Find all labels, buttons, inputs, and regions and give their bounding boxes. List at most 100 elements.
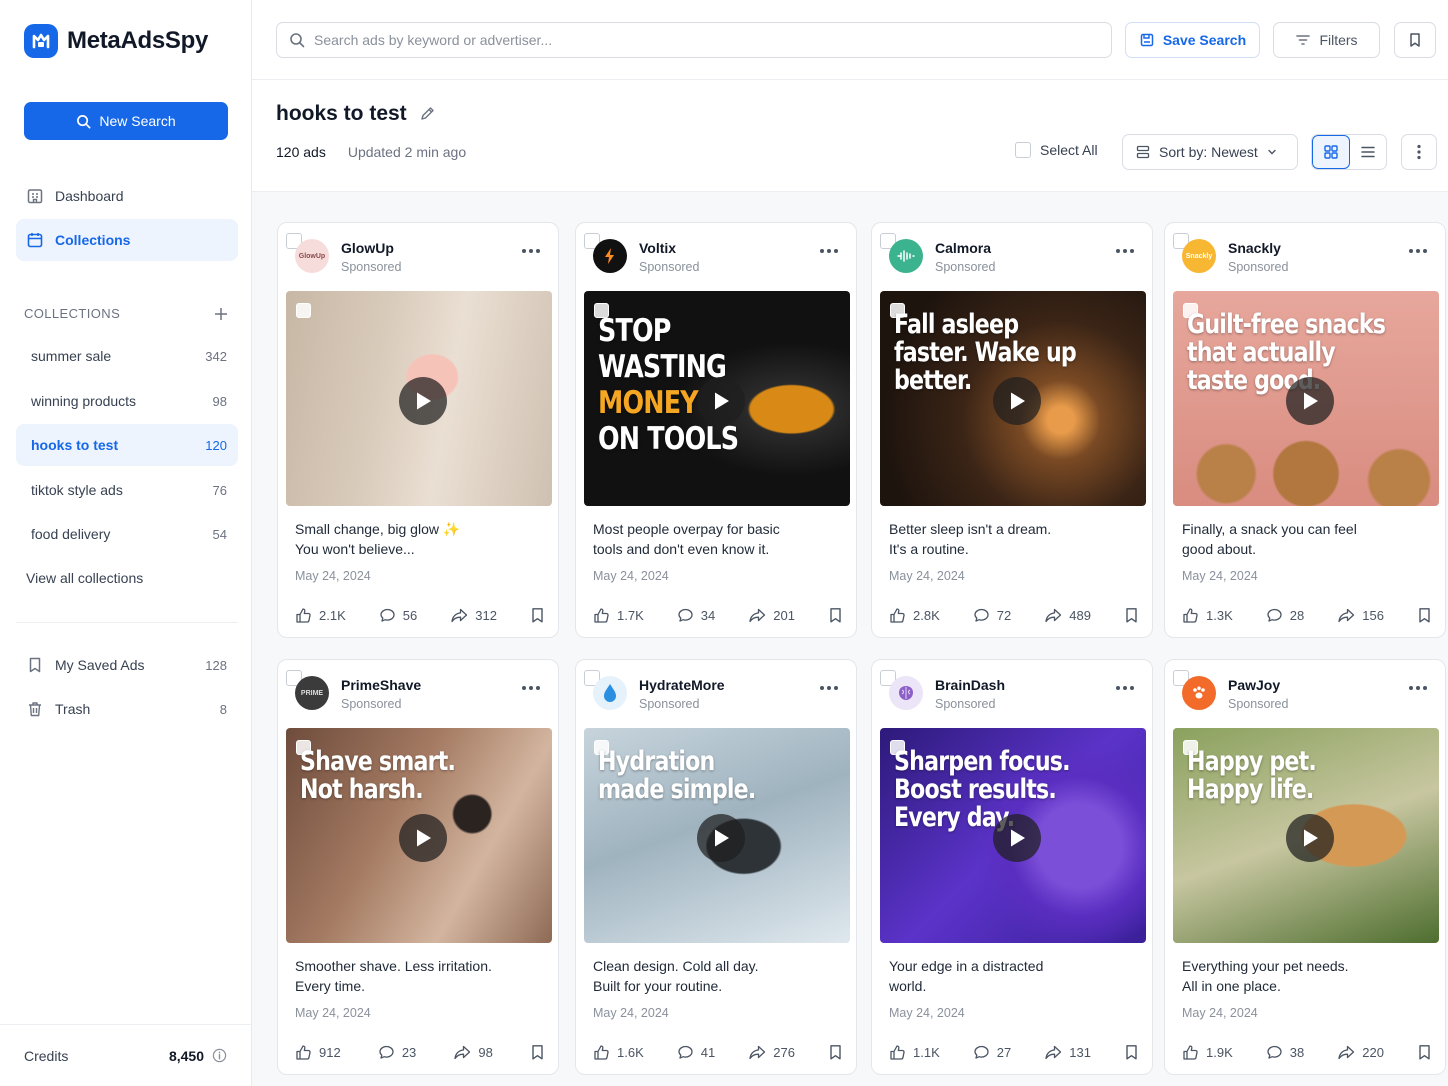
advertiser-name[interactable]: GlowUp	[341, 240, 394, 256]
comments-stat[interactable]: 28	[1266, 607, 1304, 624]
likes-stat[interactable]: 1.9K	[1182, 1044, 1233, 1061]
likes-stat[interactable]: 1.3K	[1182, 607, 1233, 624]
save-ad-button[interactable]	[828, 1044, 843, 1061]
advertiser-name[interactable]: PrimeShave	[341, 677, 421, 693]
ad-card[interactable]: GlowUp GlowUp Sponsored Small change, big g…	[277, 222, 559, 638]
add-collection-icon[interactable]	[214, 307, 228, 321]
my-saved-ads-item[interactable]: My Saved Ads 128	[16, 645, 238, 685]
save-ad-button[interactable]	[1124, 1044, 1139, 1061]
media-select-checkbox[interactable]	[296, 303, 311, 318]
save-ad-button[interactable]	[1417, 1044, 1432, 1061]
info-icon[interactable]	[212, 1048, 227, 1063]
play-button[interactable]	[697, 814, 745, 862]
grid-view-button[interactable]	[1312, 135, 1350, 169]
filters-button[interactable]: Filters	[1273, 22, 1380, 58]
shares-stat[interactable]: 276	[748, 1044, 795, 1061]
collection-item-active[interactable]: hooks to test 120	[16, 424, 238, 466]
save-ad-button[interactable]	[530, 1044, 545, 1061]
comments-stat[interactable]: 27	[973, 1044, 1011, 1061]
advertiser-name[interactable]: PawJoy	[1228, 677, 1280, 693]
card-more-icon[interactable]	[522, 249, 540, 253]
select-all-checkbox[interactable]	[1015, 142, 1031, 158]
ad-card[interactable]: Voltix Sponsored STOP WASTING MONEY ON TOOLS M…	[575, 222, 857, 638]
ad-media[interactable]: Shave smart. Not harsh.	[286, 728, 552, 943]
likes-stat[interactable]: 1.6K	[593, 1044, 644, 1061]
card-more-icon[interactable]	[1409, 249, 1427, 253]
play-button[interactable]	[1286, 377, 1334, 425]
save-ad-button[interactable]	[530, 607, 545, 624]
advertiser-name[interactable]: Voltix	[639, 240, 676, 256]
new-search-button[interactable]: New Search	[24, 102, 228, 140]
ad-card[interactable]: PRIME PrimeShave Sponsored Shave smart. Not …	[277, 659, 559, 1075]
trash-item[interactable]: Trash 8	[16, 689, 238, 729]
save-ad-button[interactable]	[1124, 607, 1139, 624]
collection-item[interactable]: tiktok style ads 76	[16, 469, 238, 511]
card-more-icon[interactable]	[522, 686, 540, 690]
card-more-icon[interactable]	[1409, 686, 1427, 690]
nav-dashboard[interactable]: Dashboard	[16, 175, 238, 217]
shares-stat[interactable]: 156	[1337, 607, 1384, 624]
nav-collections[interactable]: Collections	[16, 219, 238, 261]
ad-card[interactable]: BrainDash Sponsored Sharpen focus. Boost re…	[871, 659, 1153, 1075]
saved-bookmark-button[interactable]	[1394, 22, 1436, 58]
play-button[interactable]	[399, 814, 447, 862]
card-more-icon[interactable]	[820, 686, 838, 690]
more-options-button[interactable]	[1401, 134, 1437, 170]
play-button[interactable]	[697, 377, 745, 425]
save-search-button[interactable]: Save Search	[1125, 22, 1260, 58]
card-more-icon[interactable]	[820, 249, 838, 253]
search-box[interactable]	[276, 22, 1112, 58]
collection-item[interactable]: food delivery 54	[16, 513, 238, 555]
advertiser-name[interactable]: HydrateMore	[639, 677, 725, 693]
comments-stat[interactable]: 34	[677, 607, 715, 624]
ad-media[interactable]	[286, 291, 552, 506]
card-more-icon[interactable]	[1116, 686, 1134, 690]
ad-media[interactable]: Fall asleep faster. Wake up better.	[880, 291, 1146, 506]
shares-stat[interactable]: 201	[748, 607, 795, 624]
likes-stat[interactable]: 2.1K	[295, 607, 346, 624]
advertiser-name[interactable]: Calmora	[935, 240, 991, 256]
pencil-icon[interactable]	[419, 106, 435, 122]
play-button[interactable]	[993, 377, 1041, 425]
comments-stat[interactable]: 41	[677, 1044, 715, 1061]
ad-media[interactable]: Sharpen focus. Boost results. Every day.	[880, 728, 1146, 943]
play-button[interactable]	[1286, 814, 1334, 862]
ad-card[interactable]: PawJoy Sponsored Happy pet. Happy life. Ever…	[1164, 659, 1446, 1075]
likes-stat[interactable]: 1.7K	[593, 607, 644, 624]
comments-stat[interactable]: 38	[1266, 1044, 1304, 1061]
advertiser-name[interactable]: BrainDash	[935, 677, 1005, 693]
save-ad-button[interactable]	[1417, 607, 1432, 624]
play-button[interactable]	[399, 377, 447, 425]
advertiser-name[interactable]: Snackly	[1228, 240, 1281, 256]
collection-item[interactable]: winning products 98	[16, 380, 238, 422]
save-ad-button[interactable]	[828, 607, 843, 624]
view-all-collections-link[interactable]: View all collections	[26, 570, 143, 586]
comments-stat[interactable]: 72	[973, 607, 1011, 624]
ad-media[interactable]: Hydration made simple.	[584, 728, 850, 943]
likes-stat[interactable]: 912	[295, 1044, 341, 1061]
shares-stat[interactable]: 312	[450, 607, 497, 624]
ad-card[interactable]: Calmora Sponsored Fall asleep faster. Wake …	[871, 222, 1153, 638]
shares-stat[interactable]: 489	[1044, 607, 1091, 624]
ad-media[interactable]: STOP WASTING MONEY ON TOOLS	[584, 291, 850, 506]
list-view-button[interactable]	[1350, 135, 1386, 169]
comments-stat[interactable]: 56	[379, 607, 417, 624]
likes-stat[interactable]: 2.8K	[889, 607, 940, 624]
shares-stat[interactable]: 98	[453, 1044, 493, 1061]
play-button[interactable]	[993, 814, 1041, 862]
play-icon	[417, 392, 431, 410]
shares-stat[interactable]: 131	[1044, 1044, 1091, 1061]
search-input[interactable]	[314, 32, 1094, 48]
likes-stat[interactable]: 1.1K	[889, 1044, 940, 1061]
ad-media[interactable]: Guilt-free snacks that actually taste good…	[1173, 291, 1439, 506]
shares-stat[interactable]: 220	[1337, 1044, 1384, 1061]
ad-media[interactable]: Happy pet. Happy life.	[1173, 728, 1439, 943]
sort-dropdown[interactable]: Sort by: Newest	[1122, 134, 1298, 170]
select-all-control[interactable]: Select All	[1015, 142, 1098, 158]
card-more-icon[interactable]	[1116, 249, 1134, 253]
comments-stat[interactable]: 23	[378, 1044, 416, 1061]
app-logo[interactable]: MetaAdsSpy	[24, 24, 208, 58]
collection-item[interactable]: summer sale 342	[16, 335, 238, 377]
ad-card[interactable]: Snackly Snackly Sponsored Guilt-free snacks…	[1164, 222, 1446, 638]
ad-card[interactable]: HydrateMore Sponsored Hydration made simple…	[575, 659, 857, 1075]
